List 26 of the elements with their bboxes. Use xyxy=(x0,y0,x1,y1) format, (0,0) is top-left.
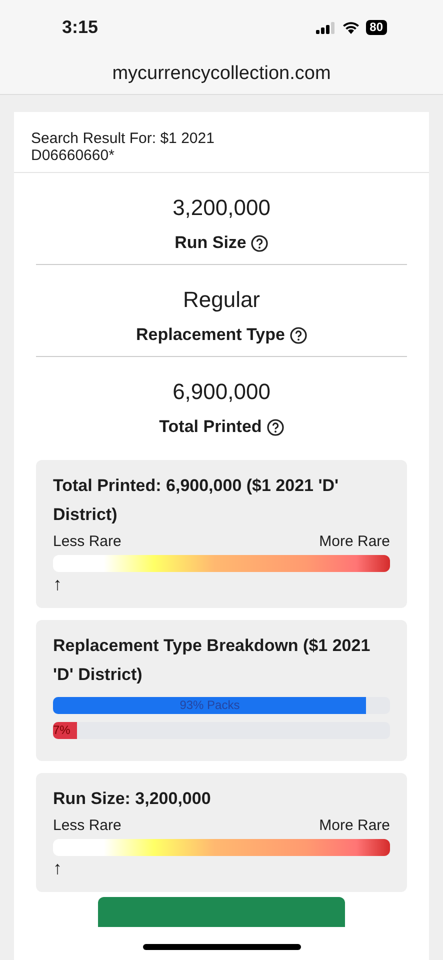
pointer-arrow: ↑ xyxy=(53,573,62,596)
stat-value: 3,200,000 xyxy=(172,195,270,221)
search-result-text: Search Result For: $1 2021 D06660660* xyxy=(31,130,216,164)
progress-bar: 7% xyxy=(53,722,77,739)
scale-label: Less Rare xyxy=(53,817,122,834)
help-icon[interactable] xyxy=(290,326,307,344)
scale-label: Less Rare xyxy=(53,533,122,550)
help-icon[interactable] xyxy=(266,418,284,436)
stat-value: 6,900,000 xyxy=(172,379,270,405)
stat-label: Total Printed xyxy=(159,417,262,437)
panel-title: Run Size: 3,200,000 xyxy=(53,788,212,810)
signal-icon xyxy=(316,22,336,34)
clock-time: 3:15 xyxy=(62,17,98,38)
battery-icon: 80 xyxy=(366,20,387,35)
scale-label: More Rare xyxy=(319,533,390,550)
wifi-icon xyxy=(342,21,360,34)
pointer-arrow: ↑ xyxy=(53,857,62,880)
panel-title: Total Printed: 6,900,000 ($1 2021 'D' District) xyxy=(53,475,340,526)
scale-label: More Rare xyxy=(319,817,390,834)
stat-value: Regular xyxy=(182,287,260,313)
help-icon[interactable] xyxy=(251,234,268,252)
address-bar[interactable]: mycurrencycollection.com xyxy=(112,55,331,85)
stat-label: Run Size xyxy=(174,233,246,253)
stat-label: Replacement Type xyxy=(136,325,285,345)
panel-title: Replacement Type Breakdown ($1 2021 'D' District) xyxy=(53,635,372,686)
progress-bar: 93% Packs xyxy=(53,697,366,714)
